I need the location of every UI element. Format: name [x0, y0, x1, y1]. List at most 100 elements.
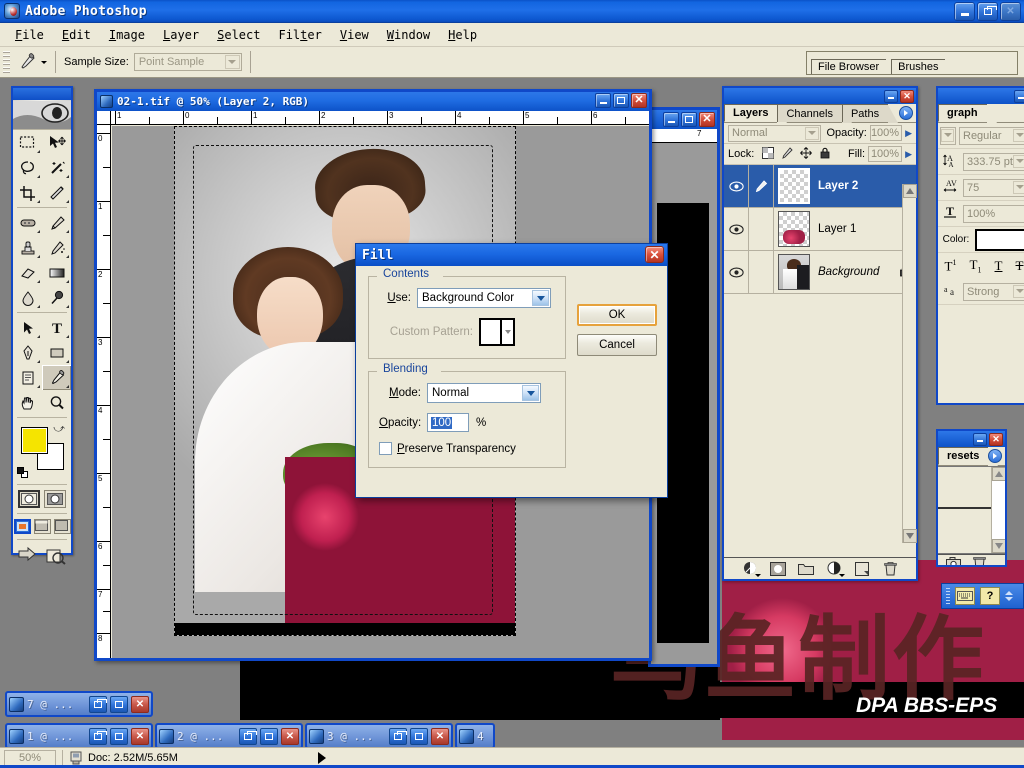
adjustment-layer-icon[interactable] — [826, 561, 845, 577]
tab-paths[interactable]: Paths — [841, 104, 899, 123]
crop-tool[interactable] — [13, 180, 42, 205]
gradient-tool[interactable] — [42, 260, 71, 285]
maximize-button[interactable] — [110, 695, 128, 713]
zoom-level-field[interactable]: 50% — [4, 749, 56, 767]
close-button[interactable]: ✕ — [281, 727, 299, 745]
type-tool[interactable]: T — [42, 315, 71, 340]
clone-stamp-tool[interactable] — [13, 235, 42, 260]
rectangle-tool[interactable] — [42, 340, 71, 365]
swap-colors-icon[interactable]: ⤻ — [53, 423, 65, 436]
delete-layer-icon[interactable] — [882, 561, 898, 577]
tool-presets-titlebar[interactable]: ✕ — [938, 431, 1005, 447]
layers-palette-close-button[interactable]: ✕ — [900, 89, 914, 103]
layer-link-toggle[interactable] — [748, 165, 774, 207]
layer-visibility-toggle[interactable] — [724, 224, 748, 235]
minimized-document-1[interactable]: 1 @ ... ✕ — [5, 723, 153, 749]
font-style-prev-select[interactable] — [940, 126, 956, 145]
superscript-icon[interactable]: T1 — [945, 258, 957, 274]
fill-slider-arrow-icon[interactable]: ▶ — [905, 149, 912, 160]
slice-tool[interactable] — [42, 180, 71, 205]
delete-preset-icon[interactable] — [973, 556, 986, 565]
text-color-swatch[interactable] — [975, 228, 1024, 251]
preserve-transparency-row[interactable]: Preserve Transparency — [379, 442, 555, 455]
pen-tool[interactable] — [13, 340, 42, 365]
preserve-transparency-checkbox[interactable] — [379, 442, 392, 455]
layer-row-background[interactable]: Background — [724, 251, 916, 294]
strikethrough-icon[interactable]: T — [1016, 258, 1024, 274]
layer-link-toggle[interactable] — [748, 251, 774, 293]
leading-field[interactable]: 333.75 pt — [963, 152, 1024, 171]
opacity-input[interactable]: 100 — [427, 413, 469, 432]
layers-palette-minimize-button[interactable] — [884, 89, 898, 103]
font-style-select[interactable]: Regular — [959, 126, 1024, 145]
scroll-up-arrow-icon[interactable] — [903, 184, 917, 198]
new-preset-icon[interactable] — [946, 557, 961, 565]
well-tab-brushes[interactable]: Brushes — [891, 58, 956, 74]
tool-presets-list[interactable] — [938, 466, 1005, 554]
document-titlebar[interactable]: 02-1.tif @ 50% (Layer 2, RGB) ✕ — [97, 92, 649, 111]
jump-to-browser-icon[interactable] — [45, 546, 67, 569]
move-tool[interactable] — [42, 130, 71, 155]
restore-button[interactable] — [89, 727, 107, 745]
lock-position-icon[interactable] — [800, 146, 813, 162]
underline-icon[interactable]: T — [995, 258, 1003, 274]
minimized-document-2[interactable]: 2 @ ... ✕ — [155, 723, 303, 749]
blur-tool[interactable] — [13, 285, 42, 310]
maximize-button[interactable] — [110, 727, 128, 745]
new-layer-icon[interactable] — [854, 561, 870, 577]
jump-to-imageready-icon[interactable] — [17, 546, 39, 569]
layer-row-layer-1[interactable]: Layer 1 — [724, 208, 916, 251]
new-group-icon[interactable] — [798, 561, 814, 577]
scroll-up-arrow-icon[interactable] — [992, 467, 1005, 481]
keyboard-icon[interactable] — [955, 587, 975, 605]
restore-button[interactable] — [89, 695, 107, 713]
opacity-slider-arrow-icon[interactable]: ▶ — [905, 128, 912, 139]
maximize-button[interactable] — [410, 727, 428, 745]
use-select[interactable]: Background Color — [417, 288, 551, 308]
layers-scrollbar[interactable] — [902, 184, 917, 543]
layer-style-icon[interactable] — [742, 561, 761, 577]
marquee-tool[interactable] — [13, 130, 42, 155]
minimized-document-7[interactable]: 7 @ ... ✕ — [5, 691, 153, 717]
vertical-scale-field[interactable]: 100% — [963, 204, 1024, 223]
standard-mode-button[interactable] — [18, 490, 40, 508]
eyedropper-tool[interactable] — [42, 365, 71, 390]
lock-all-icon[interactable] — [819, 147, 831, 162]
document-close-button[interactable]: ✕ — [631, 93, 647, 108]
mode-select[interactable]: Normal — [427, 383, 541, 403]
character-palette-titlebar[interactable] — [938, 88, 1024, 104]
anti-alias-select[interactable]: Strong — [963, 282, 1024, 301]
close-button[interactable]: ✕ — [431, 727, 449, 745]
history-brush-tool[interactable] — [42, 235, 71, 260]
layers-palette-titlebar[interactable]: ✕ — [724, 88, 916, 104]
eraser-tool[interactable] — [13, 260, 42, 285]
foreground-color-swatch[interactable] — [21, 427, 48, 454]
toolbox-titlebar[interactable] — [13, 88, 71, 100]
menu-layer[interactable]: Layer — [154, 26, 208, 44]
quick-mask-mode-button[interactable] — [44, 490, 66, 508]
menu-image[interactable]: Image — [100, 26, 154, 44]
menu-view[interactable]: View — [331, 26, 378, 44]
restore-button[interactable] — [389, 727, 407, 745]
sample-size-select[interactable]: Point Sample — [133, 53, 242, 71]
menu-file[interactable]: File — [6, 26, 53, 44]
lock-transparency-icon[interactable] — [762, 146, 775, 162]
tool-presets-menu-button[interactable] — [988, 449, 1002, 463]
ime-arrows[interactable] — [1005, 591, 1013, 601]
menu-select[interactable]: Select — [208, 26, 269, 44]
maximize-button[interactable] — [260, 727, 278, 745]
minimized-document-4[interactable]: 4 — [455, 723, 495, 749]
character-palette-minimize-button[interactable] — [1014, 89, 1024, 103]
close-button[interactable]: ✕ — [1000, 2, 1021, 21]
eyedropper-icon[interactable] — [15, 50, 39, 74]
tab-channels[interactable]: Channels — [777, 104, 852, 123]
zoom-tool[interactable] — [42, 390, 71, 415]
magic-wand-tool[interactable] — [42, 155, 71, 180]
cancel-button[interactable]: Cancel — [577, 334, 657, 356]
document-minimize-button[interactable] — [595, 93, 611, 108]
tab-layers[interactable]: Layers — [724, 104, 788, 123]
well-tab-file-browser[interactable]: File Browser — [811, 58, 897, 74]
layer-mask-icon[interactable] — [770, 561, 786, 577]
ok-button[interactable]: OK — [577, 304, 657, 326]
layer-link-toggle[interactable] — [748, 208, 774, 250]
